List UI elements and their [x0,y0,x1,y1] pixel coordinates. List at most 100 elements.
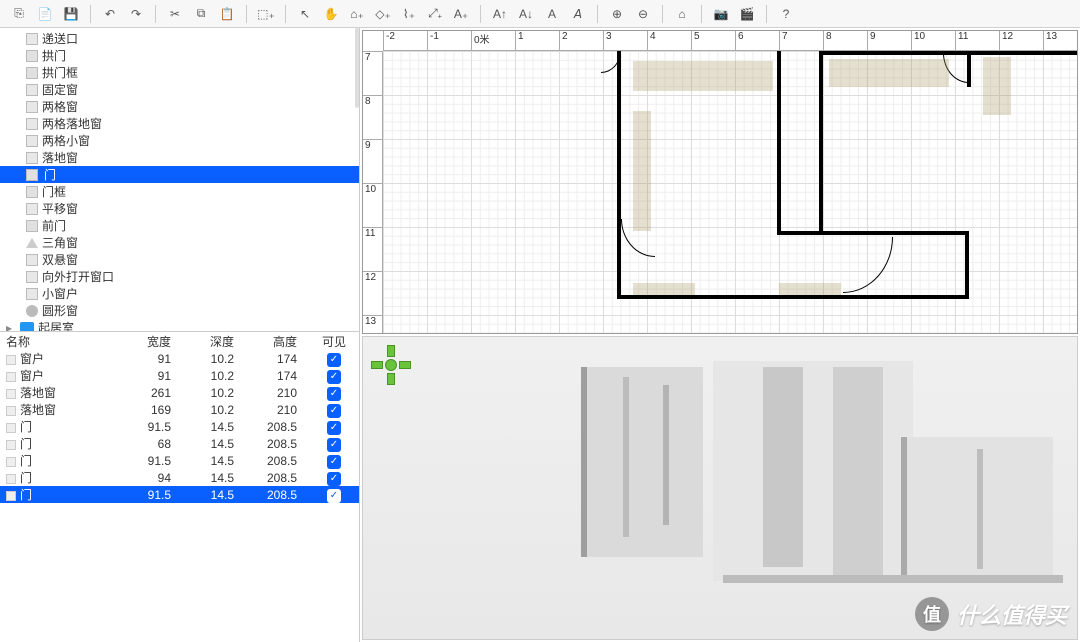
col-height[interactable]: 高度 [246,332,309,350]
library-item-label: 拱门框 [42,64,78,81]
checkbox-checked-icon[interactable]: ✓ [327,370,341,384]
library-item-icon [26,254,38,266]
decrease-text-icon[interactable]: A↓ [513,3,539,25]
cell-visible[interactable]: ✓ [309,384,359,401]
library-item[interactable]: 递送口 [0,30,359,47]
library-item-label: 三角窗 [42,234,78,251]
cell-visible[interactable]: ✓ [309,418,359,435]
col-name[interactable]: 名称 [0,332,120,350]
col-visible[interactable]: 可见 [309,332,359,350]
cell-visible[interactable]: ✓ [309,452,359,469]
library-item-label: 门 [42,166,58,183]
bold-icon[interactable]: A [539,3,565,25]
library-item[interactable]: 拱门 [0,47,359,64]
paste-icon[interactable]: 📋 [214,3,240,25]
cut-icon[interactable]: ✂ [162,3,188,25]
checkbox-checked-icon[interactable]: ✓ [327,353,341,367]
pan-icon[interactable]: ✋ [318,3,344,25]
table-row[interactable]: 门6814.5208.5✓ [0,435,359,452]
table-row[interactable]: 落地窗16910.2210✓ [0,401,359,418]
create-text-icon[interactable]: A₊ [448,3,474,25]
table-row[interactable]: 门9414.5208.5✓ [0,469,359,486]
cell-visible[interactable]: ✓ [309,486,359,503]
library-item[interactable]: 门 [0,166,359,183]
create-dimension-icon[interactable]: ⤢₊ [422,3,448,25]
add-furniture-icon[interactable]: ⬚₊ [253,3,279,25]
col-depth[interactable]: 深度 [183,332,246,350]
cell-visible[interactable]: ✓ [309,367,359,384]
library-item[interactable]: 三角窗 [0,234,359,251]
zoom-out-icon[interactable]: ⊖ [630,3,656,25]
library-item-label: 门框 [42,183,66,200]
new-file-icon[interactable]: ⎘ [6,3,32,25]
table-row[interactable]: 门91.514.5208.5✓ [0,418,359,435]
library-item[interactable]: 平移窗 [0,200,359,217]
checkbox-checked-icon[interactable]: ✓ [327,489,341,503]
library-item[interactable]: 固定窗 [0,81,359,98]
undo-icon[interactable]: ↶ [97,3,123,25]
save-file-icon[interactable]: 💾 [58,3,84,25]
cell-visible[interactable]: ✓ [309,350,359,367]
horizontal-ruler: -2-10米12345678910111213 [383,31,1077,51]
cell-width: 91 [120,367,183,384]
library-item[interactable]: 两格落地窗 [0,115,359,132]
library-item-icon [26,84,38,96]
ruler-tick: 0米 [471,31,515,50]
checkbox-checked-icon[interactable]: ✓ [327,472,341,486]
library-item[interactable]: 前门 [0,217,359,234]
redo-icon[interactable]: ↷ [123,3,149,25]
checkbox-checked-icon[interactable]: ✓ [327,421,341,435]
cell-name: 门 [0,418,120,435]
copy-icon[interactable]: ⧉ [188,3,214,25]
create-polyline-icon[interactable]: ⌇₊ [396,3,422,25]
table-row[interactable]: 窗户9110.2174✓ [0,350,359,367]
help-icon[interactable]: ? [773,3,799,25]
table-row[interactable]: 门91.514.5208.5✓ [0,486,359,503]
library-item[interactable]: 向外打开窗口 [0,268,359,285]
library-item-label: 向外打开窗口 [42,268,114,285]
checkbox-checked-icon[interactable]: ✓ [327,438,341,452]
col-width[interactable]: 宽度 [120,332,183,350]
ruler-tick: 10 [911,31,955,50]
create-room-icon[interactable]: ◇₊ [370,3,396,25]
2d-plan-view[interactable]: -2-10米12345678910111213 78910111213 [362,30,1078,334]
library-item[interactable]: 两格窗 [0,98,359,115]
toolbar-separator [597,5,598,23]
ruler-tick: 12 [363,271,382,315]
italic-icon[interactable]: 𝘈 [565,3,591,25]
table-row[interactable]: 窗户9110.2174✓ [0,367,359,384]
cell-visible[interactable]: ✓ [309,435,359,452]
3d-view[interactable]: 值 什么值得买 [362,336,1078,640]
library-item[interactable]: 落地窗 [0,149,359,166]
3d-navigation-compass[interactable] [369,343,413,387]
scrollbar-thumb[interactable] [355,28,359,108]
ruler-tick: 8 [363,95,382,139]
watermark: 值 什么值得买 [915,597,1067,631]
table-row[interactable]: 门91.514.5208.5✓ [0,452,359,469]
library-folder[interactable]: ▸起居室 [0,319,359,332]
library-item[interactable]: 两格小窗 [0,132,359,149]
checkbox-checked-icon[interactable]: ✓ [327,404,341,418]
cell-height: 210 [246,384,309,401]
select-icon[interactable]: ↖ [292,3,318,25]
open-file-icon[interactable]: 📄 [32,3,58,25]
cell-visible[interactable]: ✓ [309,401,359,418]
cell-height: 210 [246,401,309,418]
table-row[interactable]: 落地窗26110.2210✓ [0,384,359,401]
cell-visible[interactable]: ✓ [309,469,359,486]
zoom-in-icon[interactable]: ⊕ [604,3,630,25]
library-item[interactable]: 门框 [0,183,359,200]
checkbox-checked-icon[interactable]: ✓ [327,455,341,469]
library-item[interactable]: 双悬窗 [0,251,359,268]
library-item[interactable]: 小窗户 [0,285,359,302]
checkbox-checked-icon[interactable]: ✓ [327,387,341,401]
library-item-icon [26,288,38,300]
library-item[interactable]: 拱门框 [0,64,359,81]
cell-depth: 10.2 [183,401,246,418]
library-item[interactable]: 圆形窗 [0,302,359,319]
video-icon[interactable]: 🎬 [734,3,760,25]
increase-text-icon[interactable]: A↑ [487,3,513,25]
store-viewpoint-icon[interactable]: ⌂ [669,3,695,25]
photo-icon[interactable]: 📷 [708,3,734,25]
create-wall-icon[interactable]: ⌂₊ [344,3,370,25]
